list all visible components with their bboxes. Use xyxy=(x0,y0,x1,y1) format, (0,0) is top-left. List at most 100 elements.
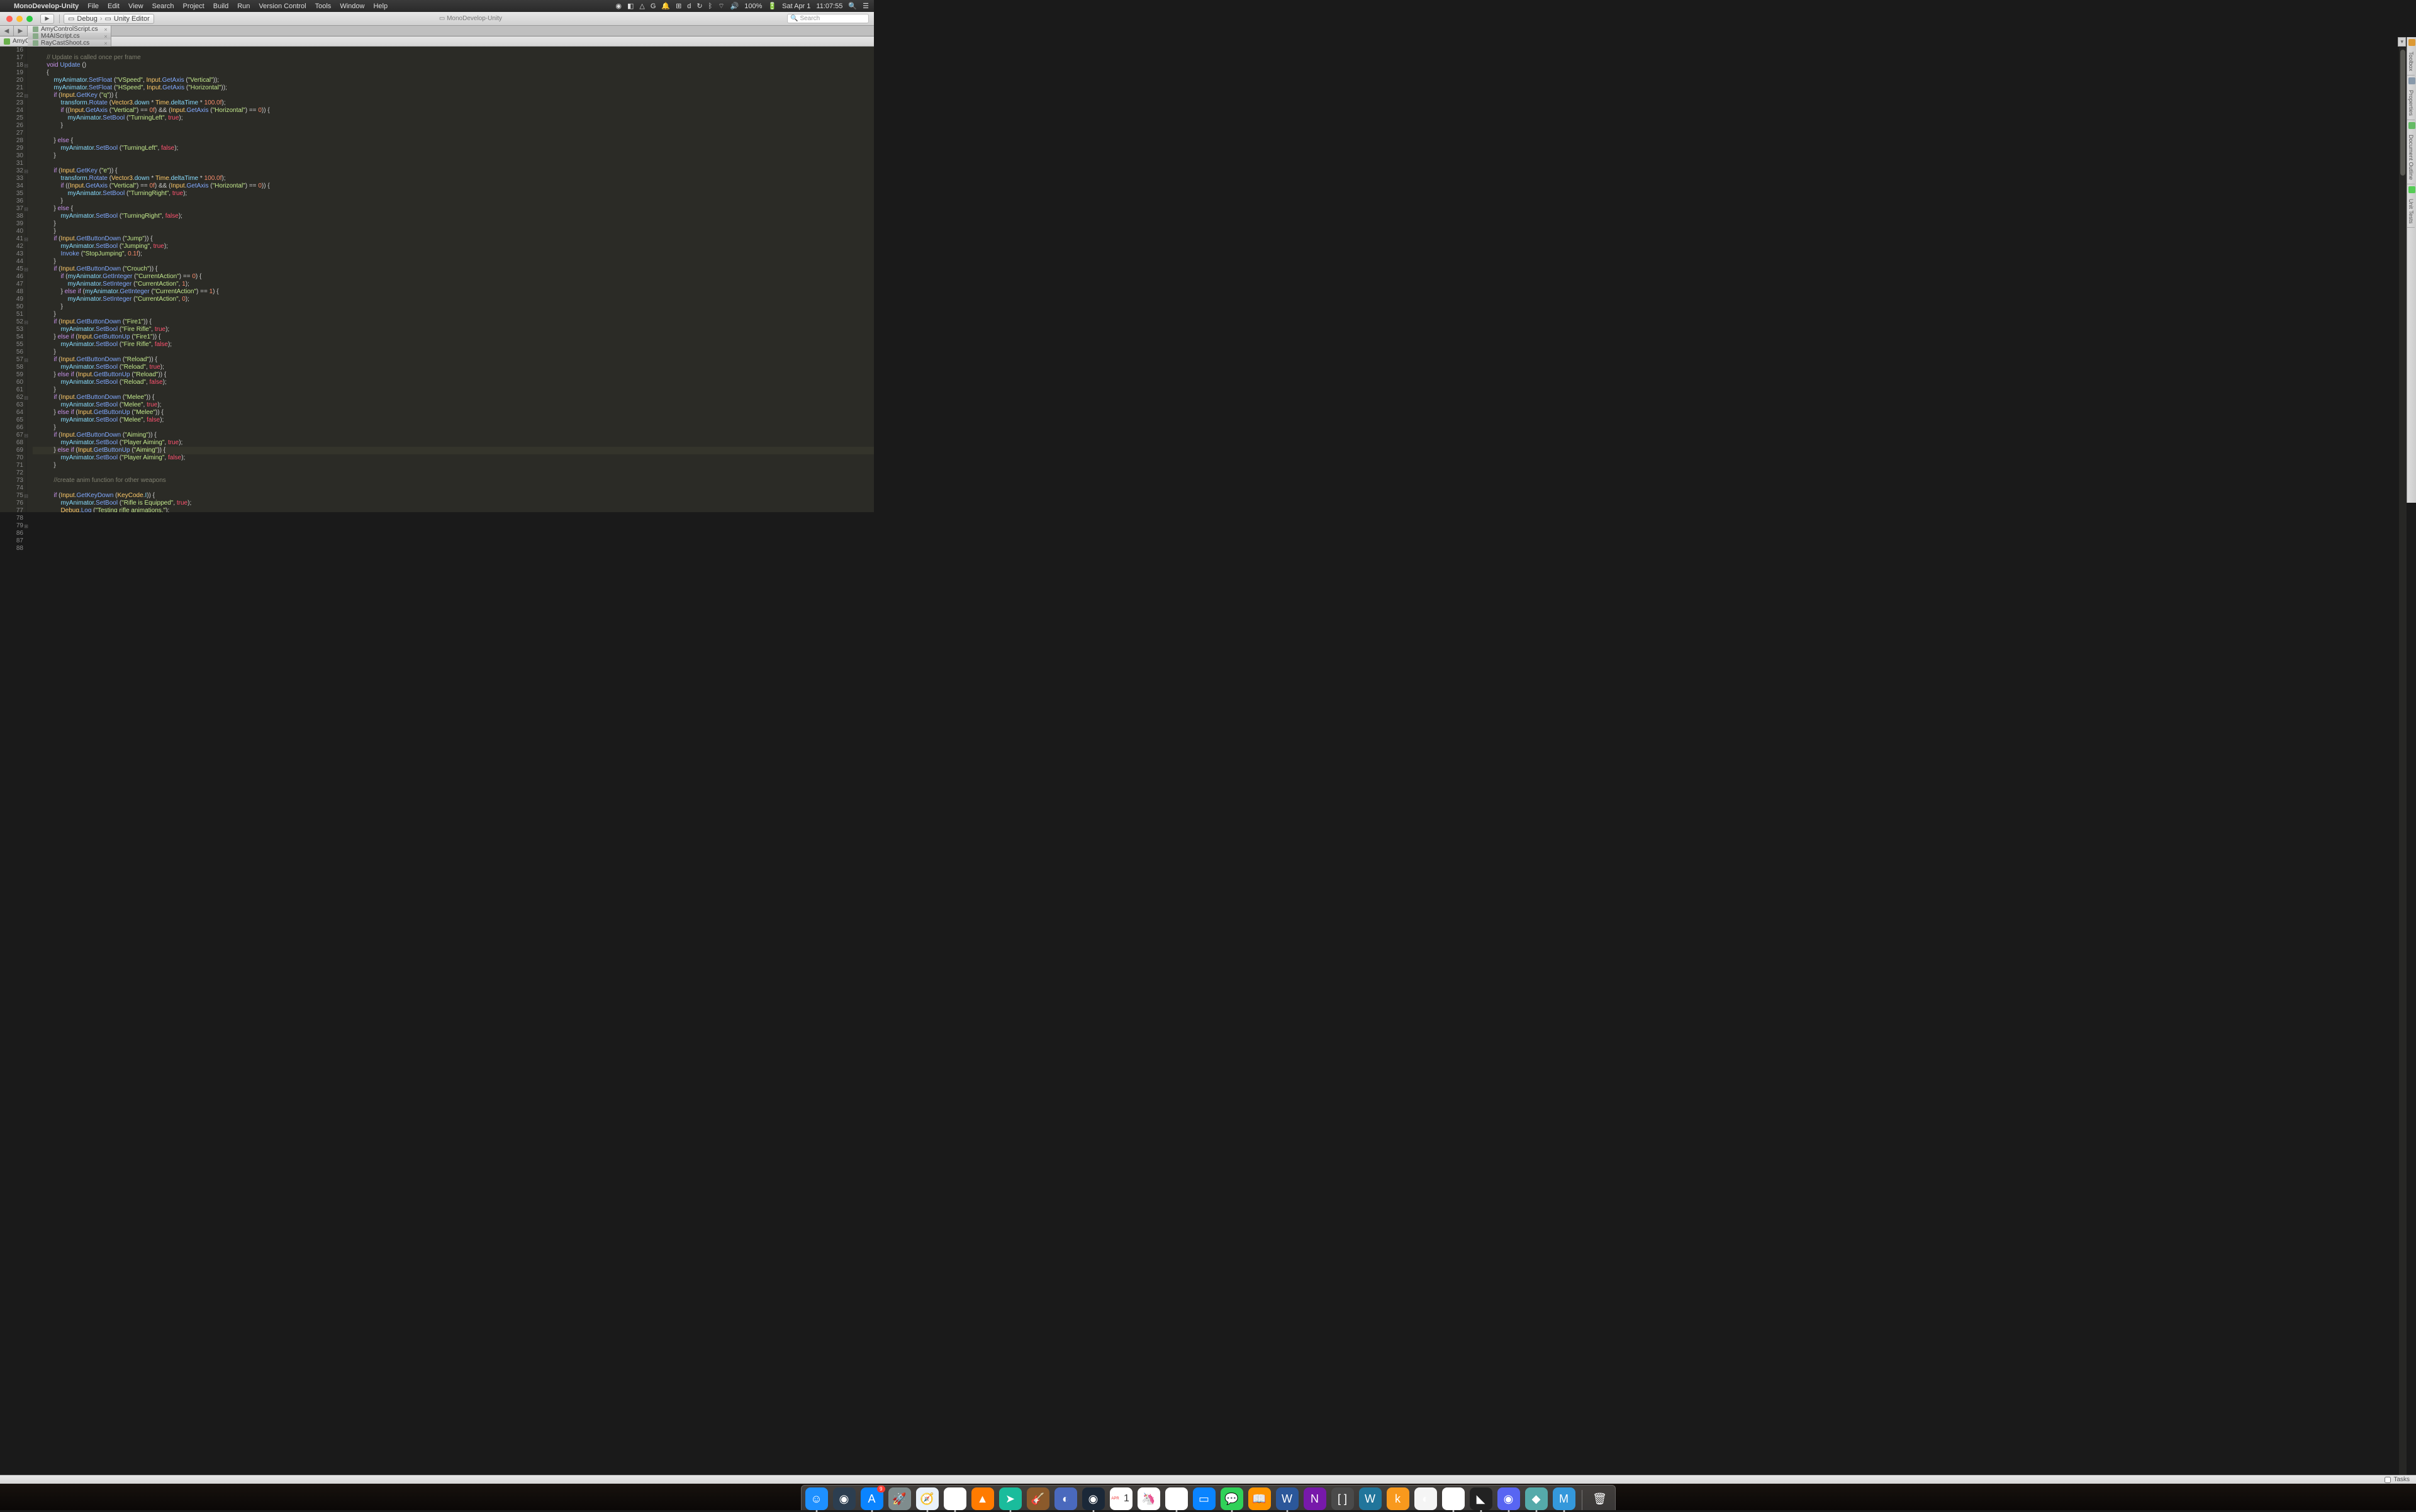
menuextra-icon[interactable]: △ xyxy=(639,2,644,10)
dock-monodevelop-icon[interactable]: M xyxy=(1553,1487,1575,1510)
badge: 9 xyxy=(877,1486,885,1492)
tab-nav-forward[interactable]: ▶ xyxy=(14,26,28,36)
code-area[interactable]: // Update is called once per frame void … xyxy=(26,47,874,512)
dock-discord-icon[interactable]: ◉ xyxy=(1497,1487,1520,1510)
dock-finder-icon[interactable]: ☺ xyxy=(805,1487,828,1510)
menu-edit[interactable]: Edit xyxy=(108,3,120,10)
menu-search[interactable]: Search xyxy=(152,3,174,10)
fold-toggle[interactable]: ⊟ xyxy=(24,62,28,67)
battery-icon[interactable]: 🔋 xyxy=(768,2,776,10)
fold-toggle[interactable]: ⊟ xyxy=(24,493,28,497)
menuextra-icon[interactable]: ◧ xyxy=(627,2,634,10)
clock-time[interactable]: 11:07:55 xyxy=(816,3,842,10)
app-icon: ▭ xyxy=(439,15,445,22)
minimize-window-button[interactable] xyxy=(16,16,23,22)
menuextra-icon[interactable]: 🔔 xyxy=(661,2,670,10)
dock-ibooks-icon[interactable]: 📖 xyxy=(1248,1487,1271,1510)
tab-overflow-button[interactable]: ▾ xyxy=(2398,37,2406,47)
dock-wordpress-icon[interactable]: W xyxy=(1359,1487,1382,1510)
code-editor[interactable]: 161718⊟19202122⊟23242526272829303132⊟333… xyxy=(0,47,874,512)
close-window-button[interactable] xyxy=(6,16,13,22)
document-tab[interactable]: AmyControlScript.cs× xyxy=(28,26,111,33)
editor-scrollbar[interactable] xyxy=(2399,47,2407,1475)
notification-center-icon[interactable]: ☰ xyxy=(863,2,869,10)
menu-help[interactable]: Help xyxy=(373,3,388,10)
dock-maps-icon[interactable]: ➤ xyxy=(999,1487,1022,1510)
menuextra-volume-icon[interactable]: 🔊 xyxy=(730,2,739,10)
dock-launchpad-icon[interactable]: 🚀 xyxy=(888,1487,911,1510)
dock-garageband-icon[interactable]: 🎸 xyxy=(1027,1487,1049,1510)
dock-app1-icon[interactable]: ◐ xyxy=(1054,1487,1077,1510)
menuextra-icon[interactable]: G xyxy=(651,3,656,10)
fold-toggle[interactable]: ⊞ xyxy=(24,523,28,527)
dock-brackets-icon[interactable]: [ ] xyxy=(1331,1487,1354,1510)
document-tab[interactable]: M4AIScript.cs× xyxy=(28,33,111,40)
fold-toggle[interactable]: ⊟ xyxy=(24,395,28,399)
dock-slack-icon[interactable]: # xyxy=(1442,1487,1465,1510)
fold-toggle[interactable]: ⊟ xyxy=(24,432,28,437)
dock-kindle-icon[interactable]: k xyxy=(1387,1487,1409,1510)
document-outline-tab[interactable]: Document Outline xyxy=(2407,131,2415,184)
dock-unicorn-icon[interactable]: 🦄 xyxy=(1138,1487,1160,1510)
dock-app2-icon[interactable]: ◆ xyxy=(1525,1487,1548,1510)
spotlight-icon[interactable]: 🔍 xyxy=(848,2,857,10)
menu-build[interactable]: Build xyxy=(213,3,228,10)
menu-view[interactable]: View xyxy=(128,3,143,10)
menuextra-bluetooth-icon[interactable]: ᛒ xyxy=(708,3,713,10)
dock-calendar-icon[interactable]: APR1 xyxy=(1110,1487,1132,1510)
menu-vcs[interactable]: Version Control xyxy=(259,3,306,10)
menu-file[interactable]: File xyxy=(87,3,99,10)
line-number-gutter[interactable]: 161718⊟19202122⊟23242526272829303132⊟333… xyxy=(0,47,26,512)
close-tab-icon[interactable]: × xyxy=(104,40,107,47)
dock-safari-icon[interactable]: 🧭 xyxy=(916,1487,939,1510)
menu-run[interactable]: Run xyxy=(237,3,250,10)
dock-word-icon[interactable]: W xyxy=(1276,1487,1299,1510)
dock-steam-icon[interactable]: ◉ xyxy=(1082,1487,1105,1510)
build-configuration-selector[interactable]: ▭ Debug › ▭ Unity Editor xyxy=(64,14,154,24)
scrollbar-thumb[interactable] xyxy=(2400,50,2405,176)
close-tab-icon[interactable]: × xyxy=(104,26,107,33)
menuextra-wifi-icon[interactable]: ⌔ xyxy=(718,2,724,11)
fold-toggle[interactable]: ⊟ xyxy=(24,266,28,271)
menuextra-icon[interactable]: ⊞ xyxy=(676,2,681,10)
app-name[interactable]: MonoDevelop-Unity xyxy=(14,3,79,10)
dock-photos-icon[interactable]: ✿ xyxy=(1165,1487,1188,1510)
menu-tools[interactable]: Tools xyxy=(315,3,332,10)
fold-toggle[interactable]: ⊟ xyxy=(24,236,28,240)
menuextra-icon[interactable]: d xyxy=(687,3,691,10)
dock-messages-icon[interactable]: 💬 xyxy=(1221,1487,1243,1510)
dock-appstore-icon[interactable]: A9 xyxy=(861,1487,883,1510)
menu-project[interactable]: Project xyxy=(183,3,204,10)
properties-tab[interactable]: Properties xyxy=(2407,86,2415,120)
toolbar-search-input[interactable]: 🔍 Search xyxy=(787,14,869,23)
zoom-window-button[interactable] xyxy=(26,16,33,22)
document-tab[interactable]: RayCastShoot.cs× xyxy=(28,40,111,47)
clock-date[interactable]: Sat Apr 1 xyxy=(782,3,810,10)
tasks-checkbox[interactable] xyxy=(2385,1477,2391,1483)
close-tab-icon[interactable]: × xyxy=(104,33,107,40)
dock-github-icon[interactable]: ◐ xyxy=(1414,1487,1437,1510)
fold-toggle[interactable]: ⊟ xyxy=(24,206,28,210)
unit-tests-tab[interactable]: Unit Tests xyxy=(2407,195,2415,228)
dock-onenote-icon[interactable]: N xyxy=(1304,1487,1326,1510)
document-tabs: ◀ ▶ AmyControlScript.cs×M4AIScript.cs×Ra… xyxy=(0,26,874,36)
tab-nav-back[interactable]: ◀ xyxy=(0,26,14,36)
fold-toggle[interactable]: ⊟ xyxy=(24,168,28,172)
dock-unity-icon[interactable]: ◣ xyxy=(1470,1487,1492,1510)
menu-window[interactable]: Window xyxy=(340,3,364,10)
run-button[interactable]: ▶ xyxy=(40,14,54,24)
menuextra-timemachine-icon[interactable]: ↻ xyxy=(696,2,702,10)
dock-keynote-icon[interactable]: ▭ xyxy=(1193,1487,1216,1510)
battery-percent[interactable]: 100% xyxy=(744,3,762,10)
fold-toggle[interactable]: ⊟ xyxy=(24,92,28,97)
dock-chrome-icon[interactable]: ◎ xyxy=(944,1487,966,1510)
dock-trash-icon[interactable]: 🗑 xyxy=(1589,1487,1611,1510)
menuextra-icon[interactable]: ◉ xyxy=(615,2,622,10)
toolbox-tab[interactable]: Toolbox xyxy=(2407,48,2415,76)
dock-siri-icon[interactable]: ◉ xyxy=(833,1487,856,1510)
dock-vlc-icon[interactable]: ▲ xyxy=(971,1487,994,1510)
config-label: Debug xyxy=(77,15,97,23)
fold-toggle[interactable]: ⊟ xyxy=(24,357,28,361)
csharp-file-icon xyxy=(33,40,38,46)
fold-toggle[interactable]: ⊟ xyxy=(24,319,28,323)
